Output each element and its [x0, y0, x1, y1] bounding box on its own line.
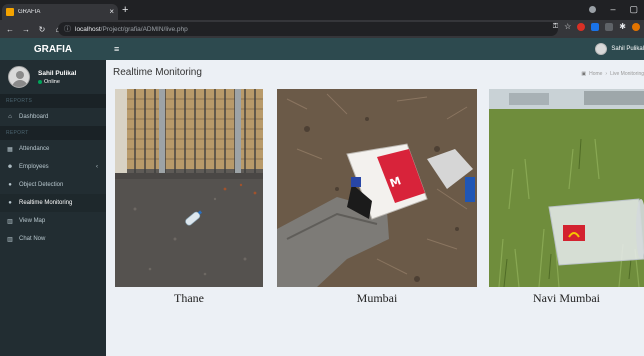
breadcrumb-current: Live Monitoring: [610, 71, 644, 77]
sidebar: GRAFIA Sahil Pulikal Online REPORTS ⌂ Da…: [0, 38, 106, 356]
street-scene-image: [115, 89, 263, 287]
browser-tab-bar: GRAFIA × + – ▢: [0, 0, 644, 20]
user-status: Online: [38, 79, 76, 85]
sidebar-item-label: Dashboard: [19, 114, 49, 120]
minimize-icon[interactable]: –: [610, 2, 615, 16]
breadcrumb: ▣ Home › Live Monitoring: [581, 71, 644, 77]
forward-icon[interactable]: →: [20, 25, 32, 34]
sidebar-item-label: Employees: [19, 164, 49, 170]
extension-red-icon[interactable]: [577, 23, 586, 31]
camera-card-navi-mumbai[interactable]: Navi Mumbai: [489, 89, 644, 305]
tab-title: GRAFIA: [18, 9, 41, 15]
camera-card-mumbai[interactable]: M Mumbai: [277, 89, 477, 305]
url-text: localhost/Project/grafia/ADMIN/live.php: [75, 25, 188, 33]
avatar: [595, 43, 608, 55]
camera-feed-image: [489, 89, 644, 287]
chart-icon: ▥: [7, 218, 13, 225]
dashboard-icon: ▣: [581, 71, 587, 77]
navbar-user-name: Sahil Pulikal: [611, 46, 644, 52]
chevron-left-icon: ‹: [96, 164, 98, 170]
favicon-icon: [6, 8, 14, 16]
reload-icon[interactable]: ↻: [36, 25, 48, 34]
browser-tab[interactable]: GRAFIA ×: [2, 4, 118, 20]
camera-location-label: Navi Mumbai: [533, 291, 600, 305]
sidebar-item-attendance[interactable]: ▦ Attendance: [0, 140, 106, 158]
extensions-area: ⚿ ☆ ✱: [553, 23, 640, 31]
browser-toolbar: ← → ↻ ⌂ ⓘ localhost/Project/grafia/ADMIN…: [0, 20, 644, 38]
top-navbar: ≡ Sahil Pulikal: [106, 38, 644, 60]
camera-card-thane[interactable]: Thane: [115, 89, 263, 305]
breadcrumb-separator: ›: [605, 71, 608, 77]
camera-feed-image: [115, 89, 263, 287]
users-icon: ☻: [6, 164, 14, 170]
maximize-icon[interactable]: ▢: [629, 2, 638, 16]
section-header-reports: REPORTS: [0, 94, 106, 108]
window-controls: – ▢: [589, 2, 638, 16]
menu-toggle-icon[interactable]: ≡: [114, 44, 119, 54]
brand-logo[interactable]: GRAFIA: [0, 38, 106, 60]
breadcrumb-home[interactable]: Home: [589, 71, 602, 77]
user-name: Sahil Pulikal: [38, 69, 77, 77]
extension-blue-icon[interactable]: [591, 23, 600, 31]
sidebar-item-label: View Map: [19, 218, 46, 224]
address-bar[interactable]: ⓘ localhost/Project/grafia/ADMIN/live.ph…: [58, 22, 558, 36]
user-panel: Sahil Pulikal Online: [0, 60, 106, 94]
sidebar-item-label: Chat Now: [19, 236, 46, 242]
camera-location-label: Mumbai: [356, 291, 398, 305]
sidebar-item-label: Object Detection: [19, 182, 64, 188]
sidebar-item-realtime-monitoring[interactable]: ● Realtime Monitoring: [0, 194, 106, 212]
back-icon[interactable]: ←: [4, 25, 16, 34]
map-marker-icon: ●: [8, 182, 12, 188]
new-tab-icon[interactable]: +: [122, 4, 128, 16]
profile-avatar-icon[interactable]: [632, 23, 640, 31]
tab-close-icon[interactable]: ×: [109, 8, 114, 16]
chart-icon: ▥: [7, 236, 13, 243]
star-icon[interactable]: ☆: [564, 23, 571, 31]
camera-location-label: Thane: [174, 291, 204, 305]
key-icon[interactable]: ⚿: [553, 23, 558, 31]
site-info-icon[interactable]: ⓘ: [64, 24, 71, 34]
section-header-report: REPORT: [0, 126, 106, 140]
calendar-icon: ▦: [7, 146, 13, 153]
sidebar-item-label: Realtime Monitoring: [19, 200, 73, 206]
profile-icon[interactable]: [589, 6, 597, 13]
extension-gray-icon[interactable]: [605, 23, 614, 31]
camera-feed-image: M: [277, 89, 477, 287]
app-root: GRAFIA × + – ▢ ← → ↻ ⌂ ⓘ localhost/Proje…: [0, 0, 644, 356]
sidebar-item-dashboard[interactable]: ⌂ Dashboard: [0, 108, 106, 126]
page-title: Realtime Monitoring: [113, 67, 202, 78]
online-dot-icon: [38, 79, 42, 84]
sidebar-item-view-map[interactable]: ▥ View Map: [0, 212, 106, 230]
map-marker-icon: ●: [8, 200, 12, 206]
puzzle-icon[interactable]: ✱: [619, 23, 626, 31]
navbar-user-menu[interactable]: Sahil Pulikal: [595, 43, 644, 55]
sidebar-item-employees[interactable]: ☻ Employees ‹: [0, 158, 106, 176]
avatar: [8, 66, 30, 88]
litter-scene-image: M: [277, 89, 477, 287]
sidebar-item-label: Attendance: [19, 146, 50, 152]
sidebar-item-object-detection[interactable]: ● Object Detection: [0, 176, 106, 194]
sidebar-item-chat-now[interactable]: ▥ Chat Now: [0, 230, 106, 248]
main-content: Realtime Monitoring ▣ Home › Live Monito…: [106, 60, 644, 356]
home-icon: ⌂: [8, 114, 12, 120]
grass-litter-image: [489, 89, 644, 287]
